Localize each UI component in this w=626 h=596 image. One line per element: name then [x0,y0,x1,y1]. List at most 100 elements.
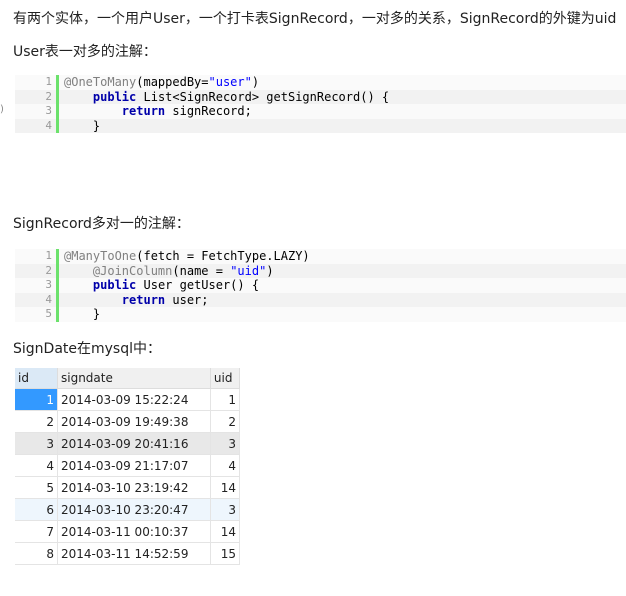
code-text: return user; [64,293,209,308]
line-number: 3 [45,104,52,117]
gutter-bar [56,118,59,133]
table-row[interactable]: 2 2014-03-09 19:49:38 2 [15,410,241,433]
cell-id[interactable]: 1 [15,388,58,411]
code-line: 2 public List<SignRecord> getSignRecord(… [15,89,626,104]
gutter-bar [56,104,59,119]
cell-uid[interactable]: 4 [210,454,241,477]
code-token: user; [165,292,209,307]
code-text: } [64,307,100,322]
table-row[interactable]: 1 2014-03-09 15:22:24 1 [15,388,241,411]
table-row[interactable]: 8 2014-03-11 14:52:59 15 [15,542,241,565]
code-token: @JoinColumn [92,263,173,278]
cell-id[interactable]: 3 [15,432,58,455]
code-line: 4 return user; [15,292,626,308]
code-token: return [121,104,166,118]
line-number: 1 [45,249,52,262]
line-number: 2 [45,89,52,103]
code-token: (mappedBy= [136,75,209,89]
cell-id[interactable]: 5 [15,476,58,499]
code-token: "uid" [230,263,267,278]
gutter-bar [56,89,59,104]
table-row[interactable]: 5 2014-03-10 23:19:42 14 [15,476,241,499]
code-token: "user" [208,75,252,89]
code-text: } [64,119,100,134]
gutter-bar [56,75,59,90]
column-header-signdate[interactable]: signdate [57,368,211,389]
gutter-bar [56,292,59,307]
cell-signdate[interactable]: 2014-03-11 00:10:37 [57,520,211,543]
code-token: @OneToMany [64,75,137,89]
cell-signdate[interactable]: 2014-03-09 19:49:38 [57,410,211,433]
line-number: 3 [45,278,52,291]
cell-signdate[interactable]: 2014-03-11 14:52:59 [57,542,211,565]
cell-signdate[interactable]: 2014-03-10 23:20:47 [57,498,211,521]
cell-id[interactable]: 4 [15,454,58,477]
code-block-signrecord: 1 @ManyToOne(fetch = FetchType.LAZY) 2 @Jo… [15,249,626,322]
code-token: @ManyToOne [64,249,137,263]
code-token: ) [251,75,260,89]
cell-uid[interactable]: 2 [210,410,241,433]
cell-uid[interactable]: 14 [210,520,241,543]
code-text: @ManyToOne(fetch = FetchType.LAZY) [64,249,310,264]
code-token: User getUser() { [136,278,260,292]
column-header-uid[interactable]: uid [210,368,241,389]
cell-signdate[interactable]: 2014-03-09 20:41:16 [57,432,211,455]
code-line: 1 @ManyToOne(fetch = FetchType.LAZY) [15,249,626,264]
column-header-id[interactable]: id [15,368,58,389]
cell-id[interactable]: 2 [15,410,58,433]
code-line: 1 @OneToMany(mappedBy="user") [15,75,626,90]
line-number: 1 [45,75,52,88]
code-line: 3 public User getUser() { [15,278,626,293]
code-text: public User getUser() { [64,278,259,293]
section-title-signrecord: SignRecord多对一的注解： [13,216,190,232]
signdate-table: id signdate uid 1 2014-03-09 15:22:24 1 2 20… [15,368,241,565]
code-line: 3 return signRecord; [15,104,626,119]
code-token: } [64,307,101,321]
code-token: List<SignRecord> getSignRecord() { [136,89,390,104]
section-title-mysql: SignDate在mysql中： [13,341,161,357]
cell-signdate[interactable]: 2014-03-10 23:19:42 [57,476,211,499]
cell-id[interactable]: 6 [15,498,58,521]
line-number: 5 [45,307,52,320]
line-number: 2 [45,263,52,277]
cell-uid[interactable]: 14 [210,476,241,499]
line-number: 4 [45,118,52,132]
intro-paragraph: 有两个实体，一个用户User，一个打卡表SignRecord，一对多的关系，Si… [13,11,617,27]
code-text: @OneToMany(mappedBy="user") [64,75,259,90]
table-row[interactable]: 3 2014-03-09 20:41:16 3 [15,432,241,455]
code-line: 2 @JoinColumn(name = "uid") [15,263,626,279]
stray-mark: ) [0,104,4,115]
cell-uid[interactable]: 3 [210,498,241,521]
code-line: 5 } [15,307,626,322]
table-row[interactable]: 6 2014-03-10 23:20:47 3 [15,498,241,521]
table-row[interactable]: 4 2014-03-09 21:17:07 4 [15,454,241,477]
code-text: return signRecord; [64,104,252,119]
gutter-bar [56,249,59,264]
cell-uid[interactable]: 1 [210,388,241,411]
code-token: (name = [172,263,231,278]
gutter-bar [56,278,59,293]
gutter-bar [56,263,59,278]
code-token: public [92,89,137,104]
table-row[interactable]: 7 2014-03-11 00:10:37 14 [15,520,241,543]
section-title-user: User表一对多的注解： [13,44,157,60]
code-token: public [92,278,137,292]
code-text: @JoinColumn(name = "uid") [64,264,274,279]
cell-signdate[interactable]: 2014-03-09 15:22:24 [57,388,211,411]
code-block-user: 1 @OneToMany(mappedBy="user") 2 public Lis… [15,75,626,133]
code-token: ) [266,263,274,278]
line-number: 4 [45,292,52,306]
cell-signdate[interactable]: 2014-03-09 21:17:07 [57,454,211,477]
cell-uid[interactable]: 15 [210,542,241,565]
cell-id[interactable]: 7 [15,520,58,543]
code-token: } [64,118,101,133]
code-token: return [121,292,166,307]
gutter-bar [56,307,59,322]
code-token: (fetch = FetchType.LAZY) [136,249,310,263]
cell-id[interactable]: 8 [15,542,58,565]
cell-uid[interactable]: 3 [210,432,241,455]
